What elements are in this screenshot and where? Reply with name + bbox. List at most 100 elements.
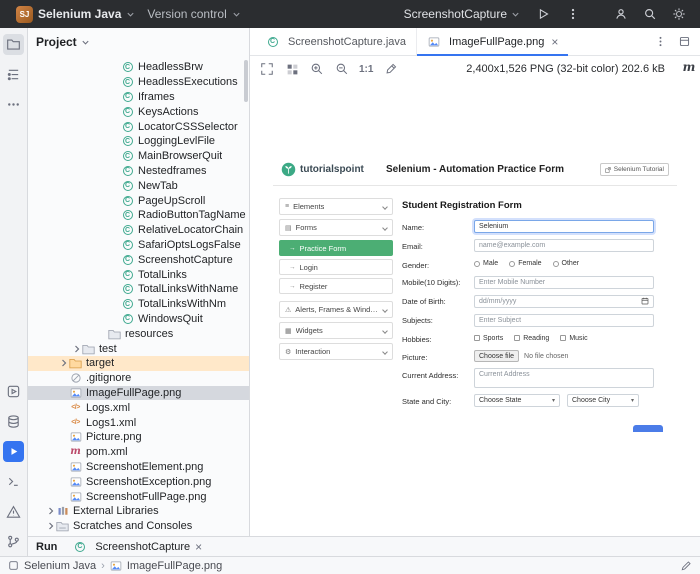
actual-size-button[interactable]: 1:1	[359, 64, 373, 75]
run-tab[interactable]: C ScreenshotCapture ×	[69, 537, 206, 556]
class-icon: C	[121, 255, 134, 265]
tree-item-logs1-xml[interactable]: </>Logs1.xml	[28, 415, 249, 430]
database-icon[interactable]	[3, 411, 24, 432]
preview-select-choose-state: Choose State▾	[474, 394, 560, 407]
editor-options-icon[interactable]	[652, 34, 668, 50]
tree-item-label: Nestedframes	[138, 165, 206, 177]
tree-item-pageupscroll[interactable]: CPageUpScroll	[28, 193, 249, 208]
tree-item-screenshotcapture[interactable]: CScreenshotCapture	[28, 252, 249, 267]
scrollbar-thumb[interactable]	[244, 60, 248, 102]
settings-gear-icon[interactable]	[668, 3, 690, 25]
user-icon[interactable]	[610, 3, 632, 25]
statusbar: Selenium Java › ImageFullPage.png	[0, 556, 700, 574]
run-button[interactable]	[532, 3, 554, 25]
services-icon[interactable]	[3, 381, 24, 402]
chevron-down-icon	[382, 204, 388, 210]
tree-item-mainbrowserquit[interactable]: CMainBrowserQuit	[28, 149, 249, 164]
tree-item-label: Logs.xml	[86, 402, 130, 414]
tree-item-test[interactable]: test	[28, 341, 249, 356]
tree-item-scratches-and-consoles[interactable]: Scratches and Consoles	[28, 519, 249, 534]
tree-item-nestedframes[interactable]: CNestedframes	[28, 164, 249, 179]
tree-item-screenshotexception-png[interactable]: ScreenshotException.png	[28, 474, 249, 489]
tab-screenshotcapture-java[interactable]: C ScreenshotCapture.java	[256, 28, 417, 55]
transparency-grid-icon[interactable]	[284, 61, 300, 77]
tree-item-screenshotelement-png[interactable]: ScreenshotElement.png	[28, 460, 249, 475]
tree-item-radiobuttontagname[interactable]: CRadioButtonTagName	[28, 208, 249, 223]
zoom-out-icon[interactable]	[334, 61, 350, 77]
breadcrumb-file[interactable]: ImageFullPage.png	[127, 560, 222, 572]
image-toolbar: 1:1 2,400x1,526 PNG (32-bit color) 202.6…	[250, 56, 700, 82]
tree-item-pom-xml[interactable]: mpom.xml	[28, 445, 249, 460]
tree-item-totallinks[interactable]: CTotalLinks	[28, 267, 249, 282]
tree-item-headlessexecutions[interactable]: CHeadlessExecutions	[28, 75, 249, 90]
structure-tool-icon[interactable]	[3, 64, 24, 85]
close-icon[interactable]: ×	[195, 541, 202, 553]
tree-item-external-libraries[interactable]: External Libraries	[28, 504, 249, 519]
tree-item-logs-xml[interactable]: </>Logs.xml	[28, 400, 249, 415]
tree-item-newtab[interactable]: CNewTab	[28, 178, 249, 193]
tree-item-headlessbrw[interactable]: CHeadlessBrw	[28, 60, 249, 75]
fit-content-icon[interactable]	[259, 61, 275, 77]
maven-tool-icon[interactable]: m	[681, 58, 697, 76]
preview-radio-male: Male	[474, 260, 498, 267]
search-icon[interactable]	[639, 3, 661, 25]
image-icon	[69, 431, 82, 443]
tree-item-logginglevlfile[interactable]: CLoggingLevlFile	[28, 134, 249, 149]
preview-field-label: Email:	[402, 239, 474, 251]
breadcrumb-project[interactable]: Selenium Java	[24, 560, 96, 572]
chevron-right-icon[interactable]	[45, 506, 56, 516]
chevron-right-icon[interactable]	[58, 358, 69, 368]
tree-item-iframes[interactable]: CIframes	[28, 90, 249, 105]
folder-icon	[108, 328, 121, 340]
chevron-right-icon[interactable]	[71, 344, 82, 354]
tree-item-imagefullpage-png[interactable]: ImageFullPage.png	[28, 386, 249, 401]
project-widget[interactable]: SJ Selenium Java	[10, 4, 141, 25]
preview-checkbox-music: Music	[560, 335, 587, 342]
tree-item-safarioptslogsfalse[interactable]: CSafariOptsLogsFalse	[28, 238, 249, 253]
image-canvas[interactable]: tutorialspoint Selenium - Automation Pra…	[250, 82, 700, 536]
tree-item-label: WindowsQuit	[138, 313, 203, 325]
class-file-icon: C	[266, 37, 279, 47]
chevron-right-icon[interactable]	[45, 521, 56, 531]
preview-menu: ≡Elements▤Forms→Practice Form→Login→Regi…	[279, 198, 393, 413]
color-picker-icon[interactable]	[382, 61, 398, 77]
preview-form-title: Student Registration Form	[402, 200, 669, 211]
close-icon[interactable]: ×	[551, 36, 558, 48]
image-icon	[69, 387, 82, 399]
project-tool-icon[interactable]	[3, 34, 24, 55]
more-actions-icon[interactable]	[562, 3, 584, 25]
split-editor-icon[interactable]	[676, 34, 692, 50]
gitignore-icon	[69, 372, 82, 384]
tree-item-locatorcssselector[interactable]: CLocatorCSSSelector	[28, 119, 249, 134]
tree-item-resources[interactable]: resources	[28, 326, 249, 341]
more-tools-icon[interactable]	[3, 94, 24, 115]
status-widget-icon[interactable]	[680, 560, 692, 572]
preview-input: Enter Subject	[474, 314, 654, 327]
tree-item-screenshotfullpage-png[interactable]: ScreenshotFullPage.png	[28, 489, 249, 504]
project-panel: Project CHeadlessBrwCHeadlessExecutionsC…	[28, 28, 250, 536]
preview-field-label: Hobbies:	[402, 333, 474, 345]
preview-field-date-of-birth: Date of Birth:dd/mm/yyyy	[402, 295, 669, 308]
preview-field-name: Name:Selenium	[402, 220, 669, 233]
run-config-selector[interactable]: ScreenshotCapture	[400, 5, 524, 23]
tree-item-keysactions[interactable]: CKeysActions	[28, 104, 249, 119]
run-tool-icon[interactable]	[3, 441, 24, 462]
problems-icon[interactable]	[3, 501, 24, 522]
chevron-down-icon[interactable]	[81, 38, 90, 47]
tree-item-gitignore[interactable]: .gitignore	[28, 371, 249, 386]
class-icon: C	[121, 299, 134, 309]
vcs-widget[interactable]: Version control	[141, 5, 246, 23]
git-icon[interactable]	[3, 531, 24, 552]
tree-item-label: HeadlessBrw	[138, 61, 203, 73]
chevron-down-icon	[232, 10, 241, 19]
zoom-in-icon[interactable]	[309, 61, 325, 77]
terminal-icon[interactable]	[3, 471, 24, 492]
tree-item-picture-png[interactable]: Picture.png	[28, 430, 249, 445]
tab-imagefullpage-png[interactable]: ImageFullPage.png ×	[417, 28, 568, 55]
tree-item-relativelocatorchain[interactable]: CRelativeLocatorChain	[28, 223, 249, 238]
tree-item-target[interactable]: target	[28, 356, 249, 371]
tree-item-totallinkswithname[interactable]: CTotalLinksWithName	[28, 282, 249, 297]
tree-item-totallinkswithnm[interactable]: CTotalLinksWithNm	[28, 297, 249, 312]
chevron-down-icon	[382, 349, 388, 355]
tree-item-windowsquit[interactable]: CWindowsQuit	[28, 312, 249, 327]
